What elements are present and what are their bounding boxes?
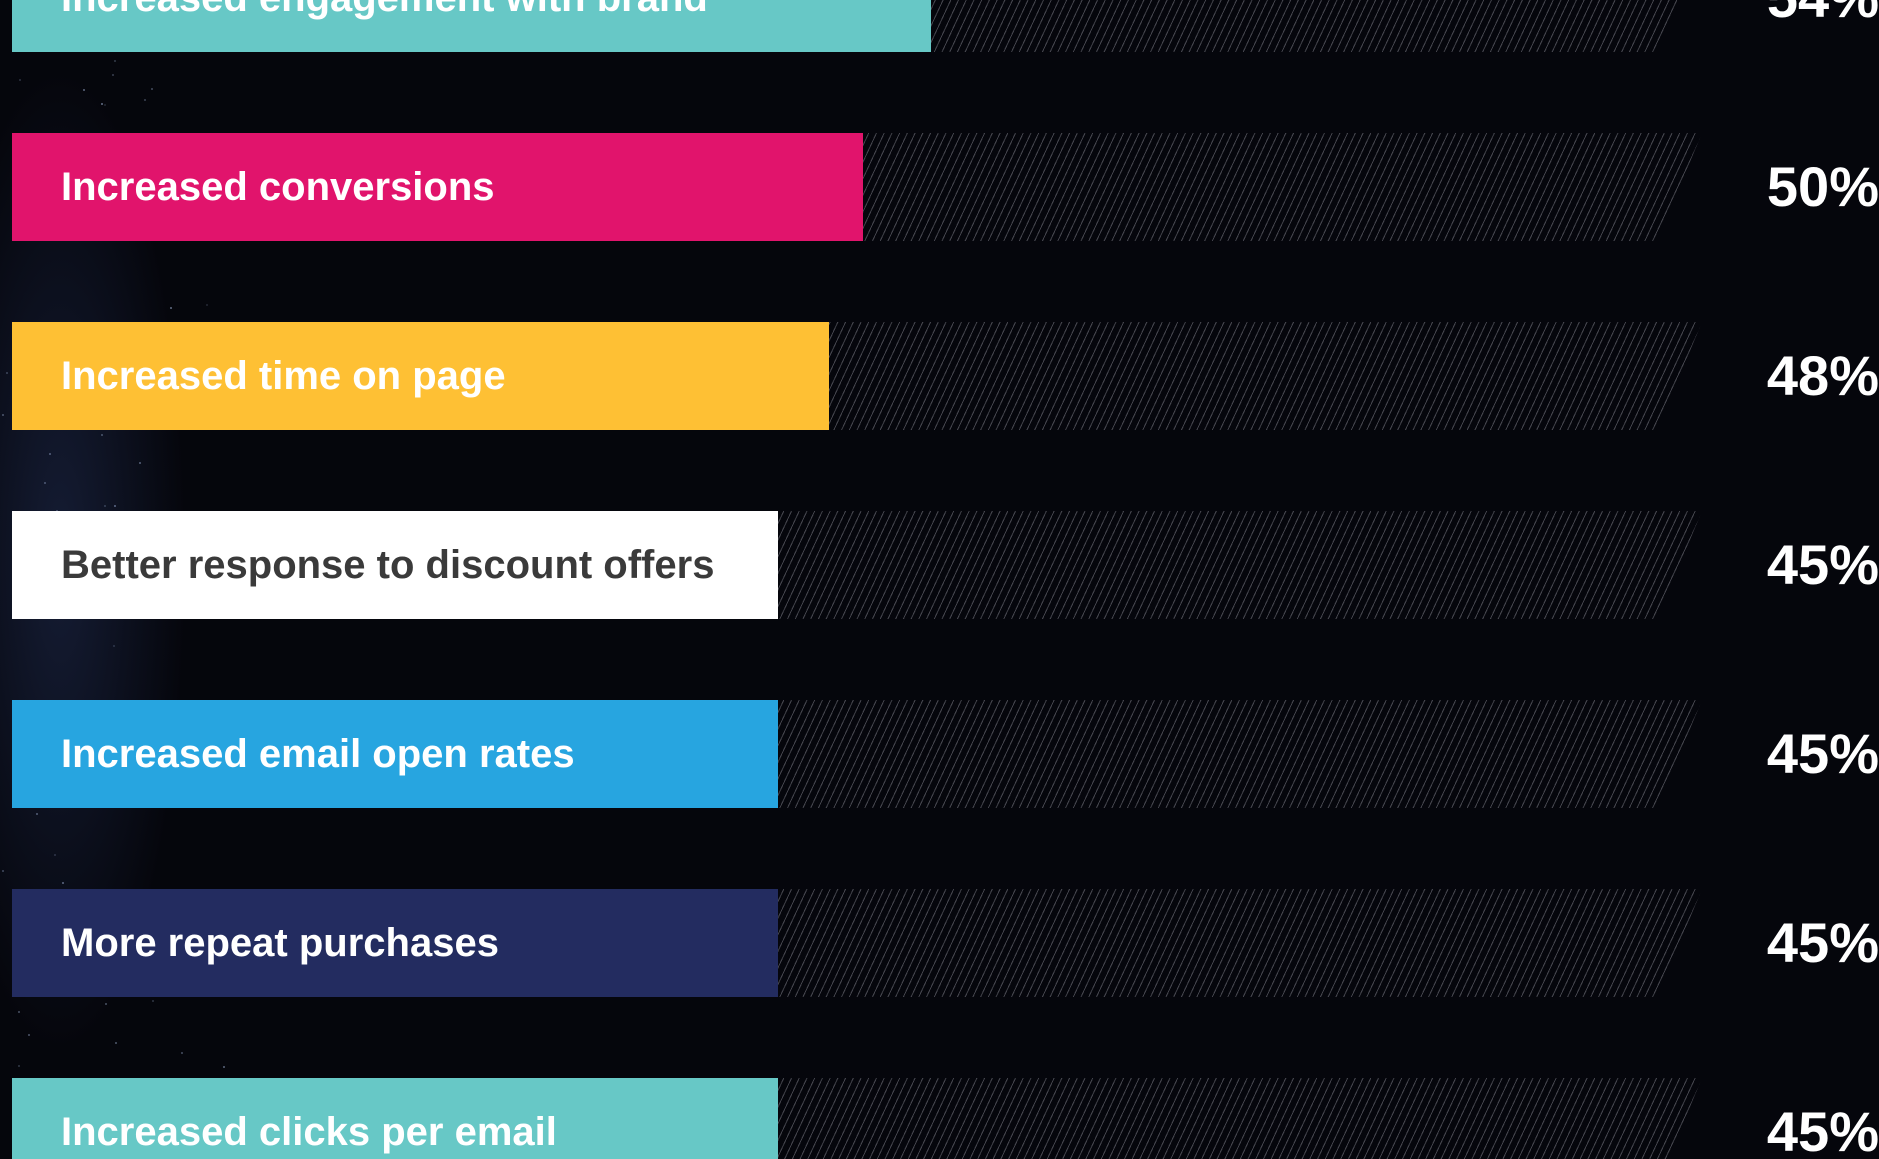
bar-row: Increased time on page 48%	[0, 322, 1879, 430]
bar-category-label: Increased clicks per email	[61, 1110, 557, 1154]
star-dot	[114, 60, 116, 62]
star-dot	[104, 505, 106, 507]
star-dot	[49, 453, 51, 455]
bar-value-label: 45%	[1766, 911, 1879, 974]
star-dot	[144, 99, 146, 101]
star-dot	[139, 462, 141, 464]
bar-row: Increased conversions 50%	[0, 133, 1879, 241]
star-dot	[101, 103, 103, 105]
star-dot	[18, 1065, 20, 1067]
bar-value-label: 48%	[1766, 344, 1879, 407]
bar-category-label: Increased email open rates	[61, 732, 575, 776]
bar-category-label: More repeat purchases	[61, 921, 499, 965]
bar-value-label: 50%	[1766, 155, 1879, 218]
star-dot	[28, 1034, 30, 1036]
bar-category-label: Better response to discount offers	[61, 543, 715, 587]
bar-value-label: 54%	[1679, 0, 1879, 52]
star-dot	[2, 870, 4, 872]
bar-row: Better response to discount offers 45%	[0, 511, 1879, 619]
bar-category-label: Increased engagement with brand	[61, 0, 708, 52]
bar-value-label: 45%	[1766, 533, 1879, 596]
star-dot	[36, 813, 38, 815]
bar-category-label: Increased conversions	[61, 165, 495, 209]
star-dot	[83, 89, 85, 91]
star-dot	[19, 79, 21, 81]
star-dot	[206, 304, 208, 306]
bar-row: More repeat purchases 45%	[0, 889, 1879, 997]
star-dot	[62, 882, 64, 884]
star-dot	[113, 645, 115, 647]
bar-row: Increased email open rates 45%	[0, 700, 1879, 808]
star-dot	[104, 104, 106, 106]
chart-stage: Increased engagement with brand54%Increa…	[0, 0, 1879, 1159]
bar-value-label: 45%	[1766, 722, 1879, 785]
bar-row: Increased engagement with brand 54%	[0, 0, 1879, 52]
star-dot	[54, 854, 56, 856]
bar-row: Increased clicks per email 45%	[0, 1078, 1879, 1159]
star-dot	[112, 74, 114, 76]
star-dot	[114, 505, 116, 507]
star-dot	[223, 1066, 225, 1068]
star-dot	[105, 1003, 107, 1005]
star-dot	[181, 1052, 183, 1054]
star-dot	[152, 1000, 154, 1002]
star-dot	[115, 1042, 117, 1044]
star-dot	[170, 307, 172, 309]
star-dot	[101, 434, 103, 436]
star-dot	[18, 1011, 20, 1013]
star-dot	[44, 482, 46, 484]
bar-category-label: Increased time on page	[61, 354, 506, 398]
star-dot	[151, 88, 153, 90]
bar-value-label: 45%	[1766, 1100, 1879, 1159]
